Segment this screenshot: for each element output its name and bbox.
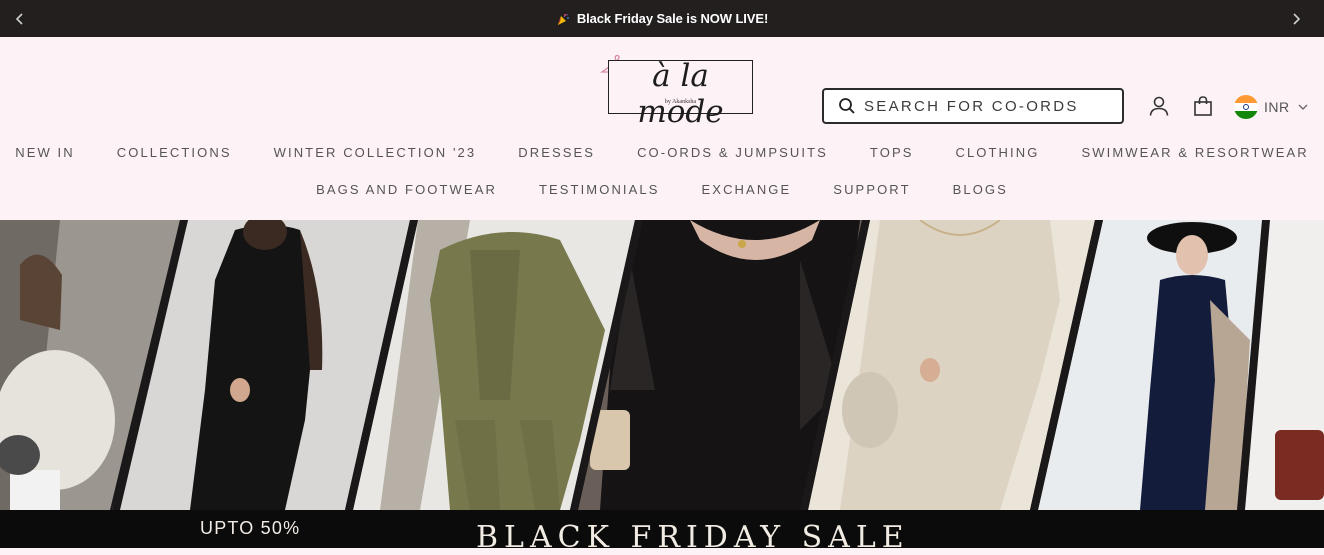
site-header: à la mode by Akanksha INR NEW IN COLLECT…: [0, 37, 1324, 220]
nav-item-blogs[interactable]: BLOGS: [953, 182, 1008, 197]
nav-item-swimwear-resortwear[interactable]: SWIMWEAR & RESORTWEAR: [1081, 145, 1308, 160]
user-icon: [1149, 96, 1169, 116]
logo-text: à la mode: [637, 58, 724, 130]
chevron-down-icon: [1298, 104, 1308, 110]
announcement-bar: Black Friday Sale is NOW LIVE!: [0, 0, 1324, 37]
search-bar[interactable]: [822, 88, 1124, 124]
announcement-message[interactable]: Black Friday Sale is NOW LIVE!: [0, 0, 1324, 37]
currency-code: INR: [1264, 99, 1290, 115]
party-popper-icon: [557, 13, 569, 25]
shopping-bag-icon: [1194, 96, 1212, 116]
hero-collage-graphic: [0, 220, 1324, 510]
nav-item-support[interactable]: SUPPORT: [833, 182, 910, 197]
chevron-right-icon: [1293, 12, 1301, 25]
account-button[interactable]: [1146, 93, 1172, 119]
search-input[interactable]: [864, 97, 1104, 115]
hero-banner-image[interactable]: [0, 220, 1324, 510]
nav-item-winter-collection[interactable]: WINTER COLLECTION '23: [274, 145, 477, 160]
nav-item-exchange[interactable]: EXCHANGE: [702, 182, 792, 197]
nav-item-collections[interactable]: COLLECTIONS: [117, 145, 232, 160]
sale-title: BLACK FRIDAY SALE: [476, 520, 910, 555]
nav-item-clothing[interactable]: CLOTHING: [955, 145, 1039, 160]
nav-item-bags-footwear[interactable]: BAGS AND FOOTWEAR: [316, 182, 497, 197]
nav-item-coords-jumpsuits[interactable]: CO-ORDS & JUMPSUITS: [637, 145, 828, 160]
nav-item-new-in[interactable]: NEW IN: [15, 145, 75, 160]
search-icon: [839, 98, 855, 114]
nav-item-testimonials[interactable]: TESTIMONIALS: [539, 182, 660, 197]
main-nav-secondary: BAGS AND FOOTWEAR TESTIMONIALS EXCHANGE …: [0, 182, 1324, 197]
announcement-text: Black Friday Sale is NOW LIVE!: [576, 11, 769, 26]
sale-banner-strip[interactable]: UPTO 50% BLACK FRIDAY SALE: [0, 510, 1324, 555]
main-nav-primary: NEW IN COLLECTIONS WINTER COLLECTION '23…: [0, 145, 1324, 160]
next-announcement-button[interactable]: [1276, 0, 1316, 37]
currency-selector[interactable]: INR: [1234, 94, 1308, 120]
india-flag-icon: [1234, 95, 1258, 119]
nav-item-tops[interactable]: TOPS: [870, 145, 914, 160]
nav-item-dresses[interactable]: DRESSES: [518, 145, 595, 160]
logo-subtext: by Akanksha: [664, 99, 697, 105]
cart-button[interactable]: [1190, 93, 1216, 119]
discount-text: UPTO 50%: [200, 518, 301, 538]
brand-logo[interactable]: à la mode by Akanksha: [598, 54, 756, 130]
